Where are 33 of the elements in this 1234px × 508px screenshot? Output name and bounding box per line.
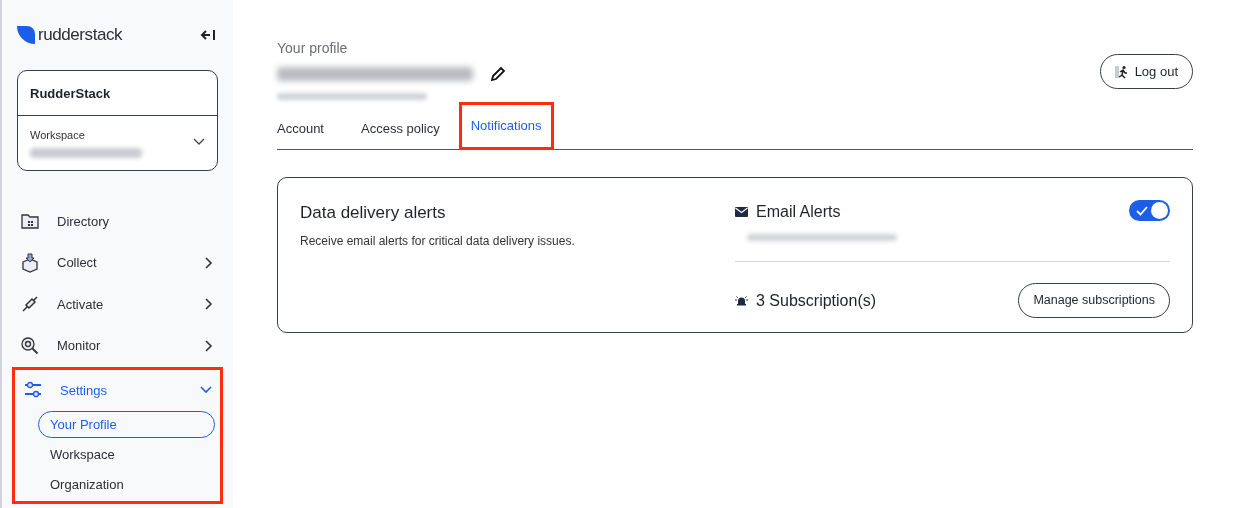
running-figure-icon (1114, 64, 1129, 79)
nav-item[interactable]: Directory (17, 200, 218, 242)
subscriptions-count: 3 Subscription(s) (756, 290, 877, 311)
tab[interactable]: Notifications (458, 102, 554, 150)
email-alerts-toggle[interactable] (1129, 200, 1170, 221)
box-icon (20, 252, 40, 273)
logo-icon (17, 25, 35, 44)
card-title: Data delivery alerts (300, 202, 447, 224)
logo-text: rudderstack (38, 24, 123, 46)
chevron-right-icon (205, 298, 213, 311)
chevron-right-icon (205, 256, 213, 269)
magnifier-icon (20, 335, 40, 356)
submenu-item[interactable]: Workspace (38, 441, 215, 468)
tab[interactable]: Account (277, 109, 342, 149)
submenu-item[interactable]: Organization (38, 471, 215, 498)
chevron-down-icon (200, 386, 212, 395)
card-description: Receive email alerts for critical data delivery issues. (300, 232, 576, 250)
envelope-icon (735, 207, 748, 217)
edit-button[interactable] (489, 65, 507, 83)
bell-icon (735, 294, 748, 307)
workspace-selector[interactable]: Workspace (18, 116, 217, 170)
check-icon (1136, 205, 1148, 216)
chevron-right-icon (205, 339, 213, 352)
organization-name: RudderStack (18, 70, 217, 116)
chevron-down-icon (193, 138, 205, 147)
page-title: Your profile (277, 39, 349, 58)
tab[interactable]: Access policy (352, 109, 449, 149)
nav-item[interactable]: Settings (20, 369, 215, 411)
nav-item[interactable]: Collect (17, 242, 218, 284)
email-alerts-label: Email Alerts (756, 202, 841, 222)
nav-item[interactable]: Monitor (17, 325, 218, 367)
folder-icon (20, 211, 40, 232)
nav-item[interactable]: Activate (17, 283, 218, 325)
